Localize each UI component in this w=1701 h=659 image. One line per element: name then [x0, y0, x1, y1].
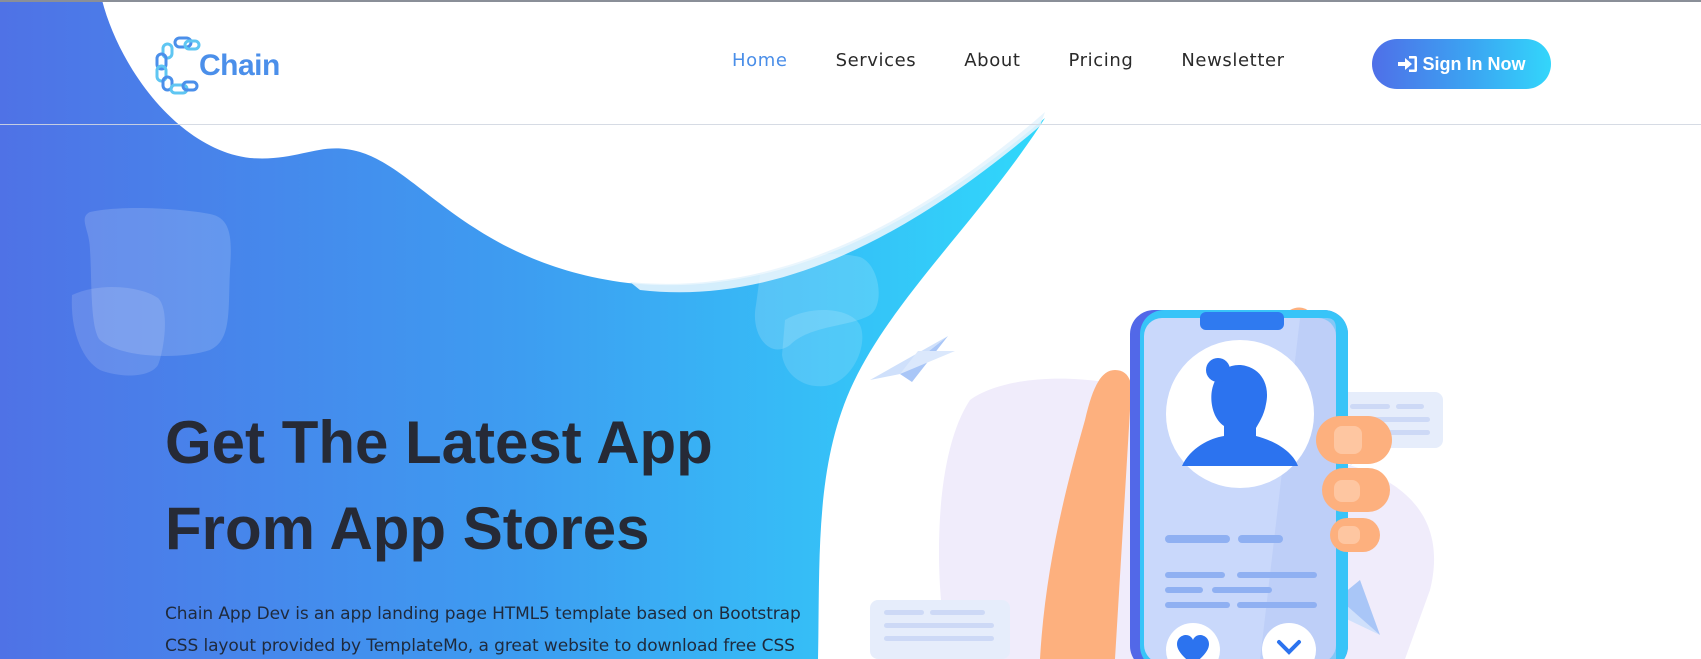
nav-menu: Home Services About Pricing Newsletter — [732, 50, 1333, 71]
decorative-shape-left — [71, 207, 231, 376]
sign-in-button[interactable]: Sign In Now — [1372, 39, 1551, 89]
paper-plane-icon — [870, 336, 955, 382]
nav-item-home[interactable]: Home — [732, 50, 788, 71]
chain-logo-icon — [155, 36, 201, 95]
hero-title-line2: From App Stores — [165, 495, 650, 562]
nav-item-about[interactable]: About — [964, 50, 1020, 71]
brand-name: Chain — [199, 49, 280, 82]
main-navbar: Chain Home Services About Pricing Newsle… — [0, 0, 1701, 125]
chat-bubble-icon — [870, 600, 1010, 659]
hero-title: Get The Latest App From App Stores — [165, 400, 713, 572]
sign-in-label: Sign In Now — [1422, 53, 1526, 74]
top-border — [0, 0, 1701, 2]
hero-illustration — [870, 307, 1443, 659]
hero-description: Chain App Dev is an app landing page HTM… — [165, 604, 801, 656]
nav-item-newsletter[interactable]: Newsletter — [1181, 50, 1284, 71]
hero-title-line1: Get The Latest App — [165, 409, 713, 476]
nav-item-pricing[interactable]: Pricing — [1068, 50, 1133, 71]
nav-item-services[interactable]: Services — [836, 50, 917, 71]
sign-in-icon — [1397, 56, 1417, 72]
navbar-divider — [0, 124, 1701, 125]
brand-logo[interactable]: Chain — [155, 34, 285, 98]
profile-avatar-icon — [1166, 340, 1314, 488]
